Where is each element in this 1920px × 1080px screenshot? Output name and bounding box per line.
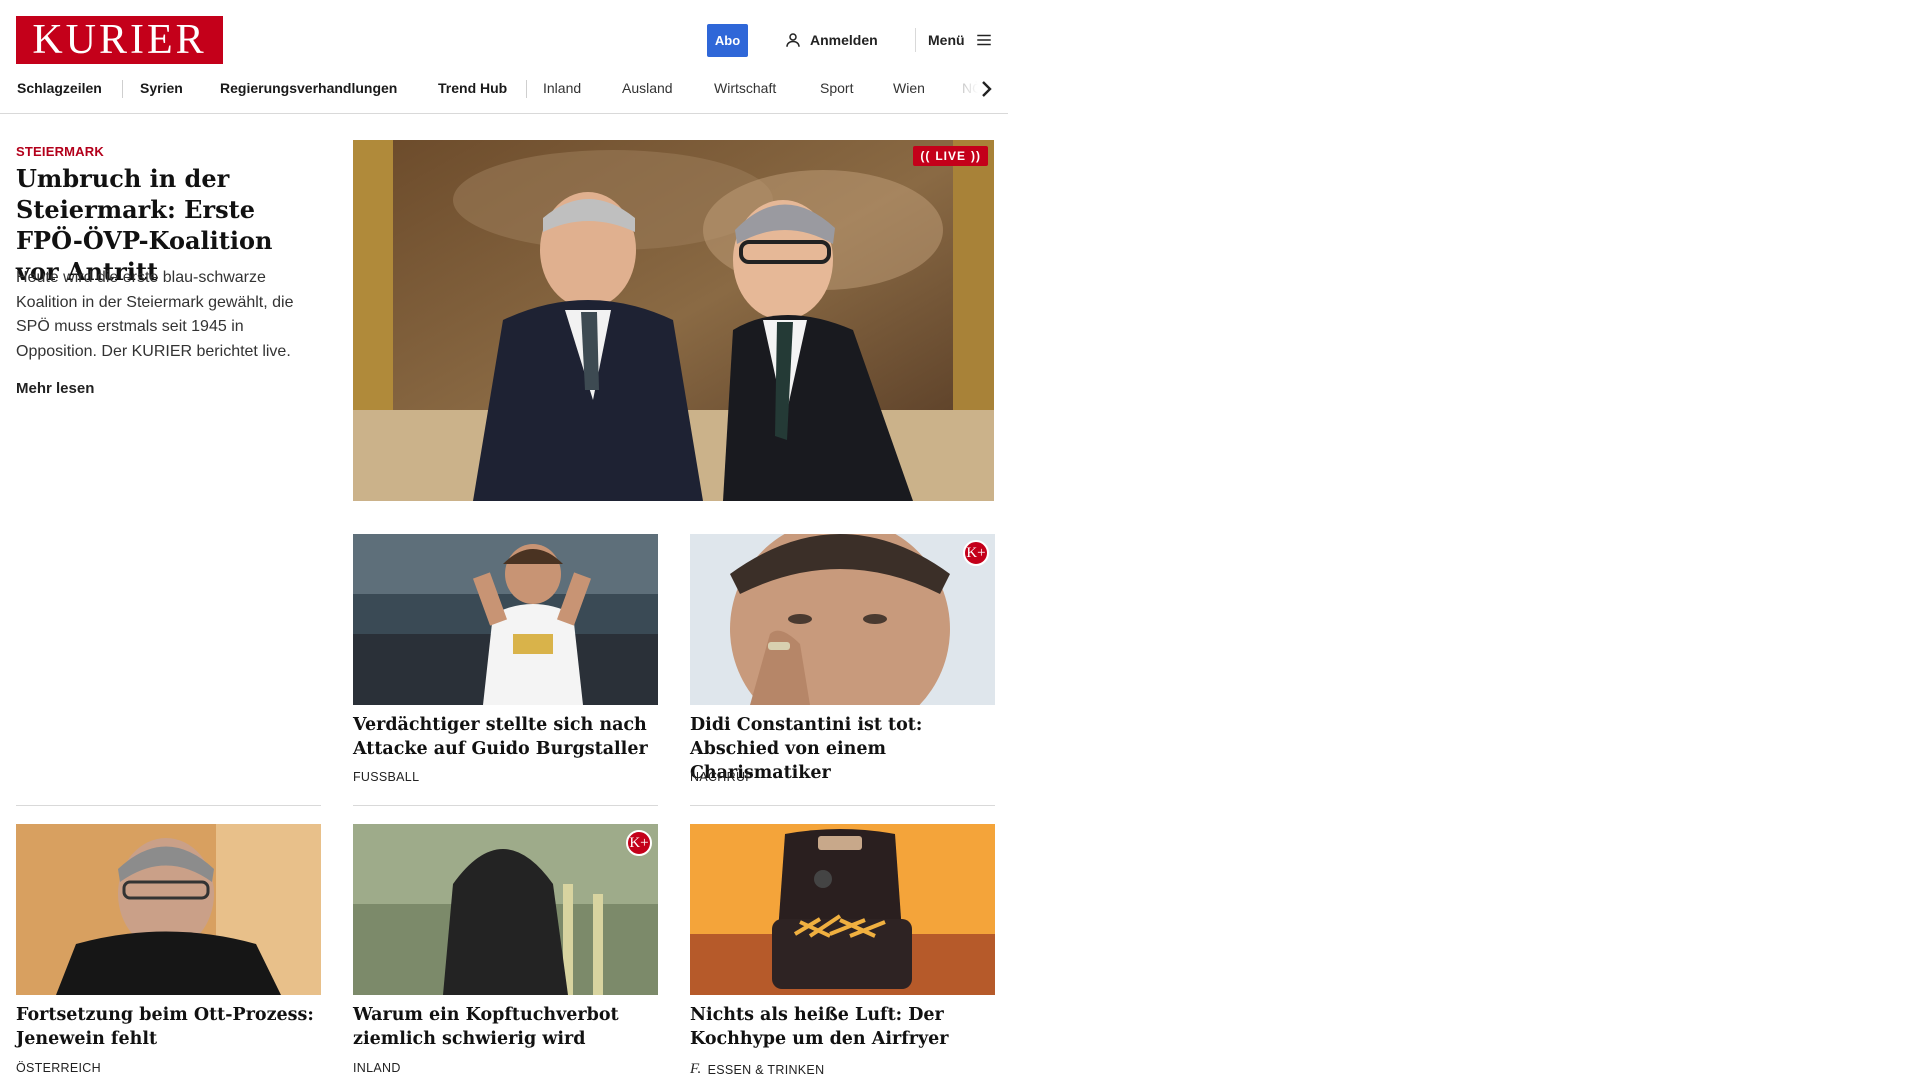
card-category-oesterreich[interactable]: ÖSTERREICH [16, 1061, 101, 1075]
nav-item-regierungsverhandlungen[interactable]: Regierungsverhandlungen [220, 80, 397, 96]
user-icon [786, 33, 800, 47]
card-headline-ott-prozess[interactable]: Fortsetzung beim Ott-Prozess: Je­newein … [16, 1003, 322, 1051]
menu-button[interactable]: Menü [928, 28, 993, 52]
card-headline-burgstaller[interactable]: Verdächtiger stellte sich nach Atta­cke … [353, 713, 659, 761]
divider [16, 805, 321, 806]
menu-label: Menü [928, 32, 965, 48]
card-image-constantini[interactable]: K+ [690, 534, 995, 705]
card-image-ott-prozess[interactable] [16, 824, 321, 995]
abo-button[interactable]: Abo [707, 24, 748, 57]
lead-image[interactable]: (( LIVE )) [353, 140, 994, 501]
section-nav: Schlagzeilen Syrien Regierungsverhandlun… [0, 76, 1008, 102]
card-category-inland[interactable]: INLAND [353, 1061, 401, 1075]
nav-item-ausland[interactable]: Ausland [622, 80, 673, 96]
card-headline-airfryer[interactable]: Nichts als heiße Luft: Der Koch­hype um … [690, 1003, 996, 1051]
nav-divider [122, 80, 123, 98]
read-more-link[interactable]: Mehr lesen [16, 380, 94, 397]
hamburger-icon [976, 34, 991, 46]
card-image-burgstaller[interactable] [353, 534, 658, 705]
essen-trinken-icon: f. [690, 1061, 702, 1077]
site-header: KURIER Abo Anmelden Menü Schlagzeilen Sy… [0, 0, 1008, 114]
header-divider [915, 28, 916, 52]
chevron-right-icon [982, 81, 992, 97]
login-button[interactable]: Anmelden [784, 28, 878, 52]
nav-item-inland[interactable]: Inland [543, 80, 581, 96]
nav-item-trend-hub[interactable]: Trend Hub [438, 80, 507, 96]
live-badge: (( LIVE )) [913, 146, 988, 166]
nav-item-wien[interactable]: Wien [893, 80, 925, 96]
premium-badge-icon: K+ [626, 830, 652, 856]
card-category-fussball[interactable]: FUSSBALL [353, 770, 419, 784]
category-label: ESSEN & TRINKEN [707, 1062, 825, 1077]
nav-item-syrien[interactable]: Syrien [140, 80, 183, 96]
divider [690, 805, 995, 806]
lead-teaser: Heute wird die erste blau-schwarze Koali… [16, 269, 294, 360]
card-headline-kopftuch[interactable]: Warum ein Kopftuchverbot ziem­lich schwi… [353, 1003, 659, 1051]
nav-item-sport[interactable]: Sport [820, 80, 853, 96]
card-category-nachruf[interactable]: NACHRUF [690, 770, 753, 784]
nav-item-schlagzeilen[interactable]: Schlagzeilen [17, 80, 102, 96]
nav-scroll-right-button[interactable] [976, 78, 996, 100]
nav-divider [526, 80, 527, 98]
lead-kicker[interactable]: STEIERMARK [16, 144, 104, 159]
card-image-airfryer[interactable] [690, 824, 995, 995]
login-label: Anmelden [810, 32, 878, 48]
nav-item-wirtschaft[interactable]: Wirtschaft [714, 80, 776, 96]
live-signal-icon: )) [971, 149, 981, 163]
card-image-kopftuch[interactable]: K+ [353, 824, 658, 995]
divider [353, 805, 658, 806]
kurier-logo[interactable]: KURIER [16, 16, 223, 64]
live-signal-icon: (( [920, 149, 931, 163]
premium-badge-icon: K+ [963, 540, 989, 566]
live-label: LIVE [935, 149, 966, 163]
card-category-essen-trinken[interactable]: f. ESSEN & TRINKEN [690, 1061, 824, 1078]
